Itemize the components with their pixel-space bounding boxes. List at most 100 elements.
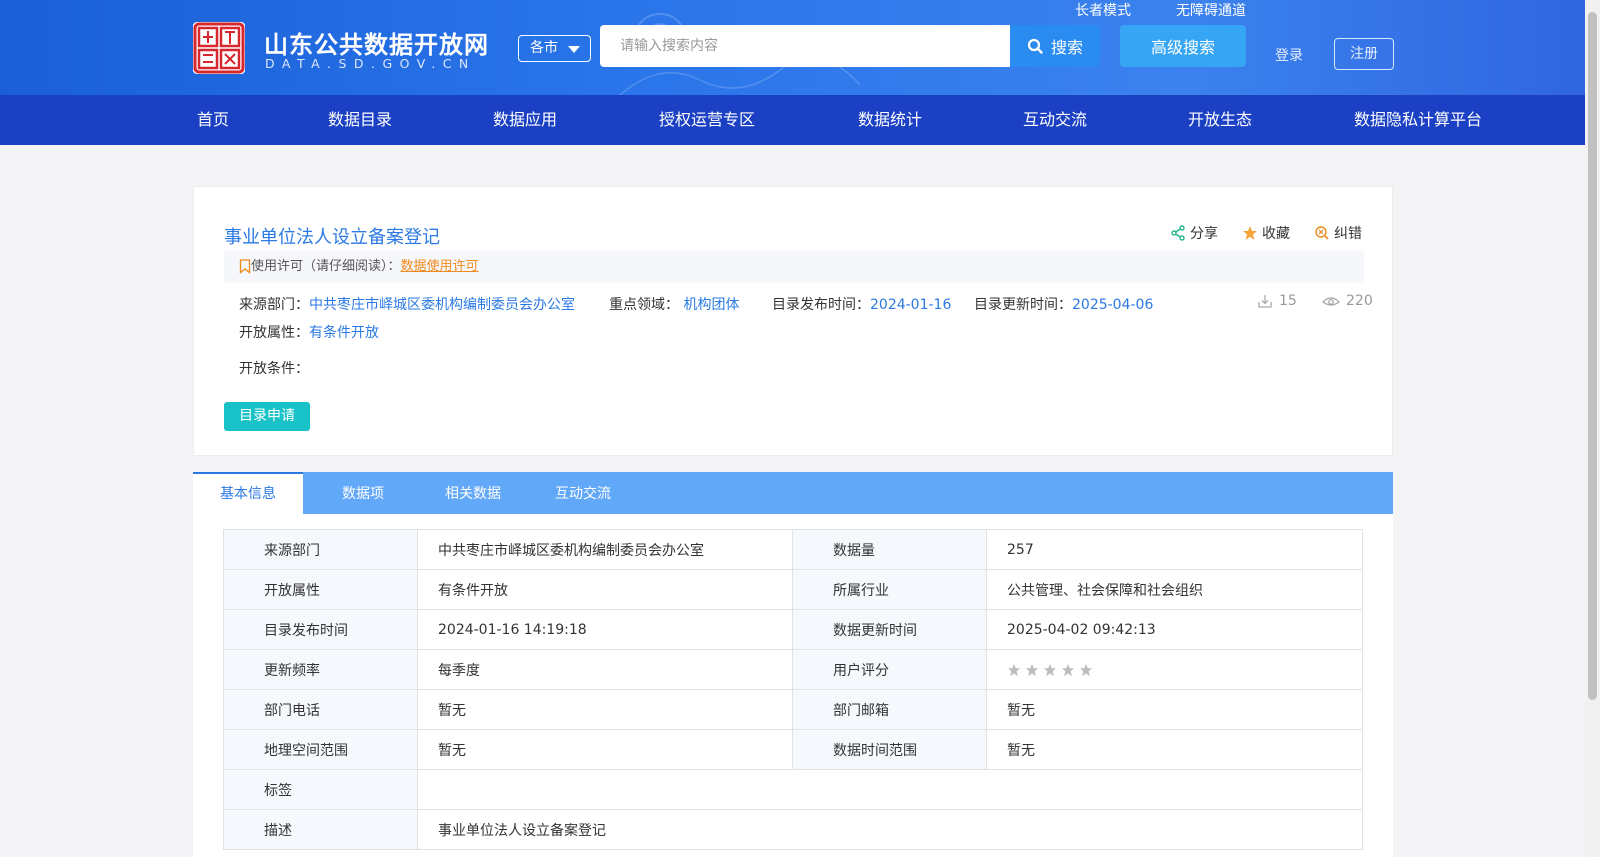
download-icon [1258,295,1272,308]
advanced-search-button[interactable]: 高级搜索 [1120,25,1246,67]
bookmark-icon [239,259,251,274]
nav-item-ecosystem[interactable]: 开放生态 [1188,95,1252,145]
dept-phone-key: 部门电话 [223,689,418,730]
table-row: 开放属性 有条件开放 所属行业 公共管理、社会保障和社会组织 [223,569,1363,610]
favorite-label: 收藏 [1262,226,1290,242]
search-icon [1027,38,1043,54]
city-select[interactable]: 各市 [518,35,591,62]
tab-interaction[interactable]: 互动交流 [533,472,633,514]
table-row: 描述 事业单位法人设立备案登记 [223,809,1363,850]
update-value: 2025-04-06 [1072,297,1154,313]
license-label: 使用许可（请仔细阅读）： [251,259,401,274]
table-row: 目录发布时间 2024-01-16 14:19:18 数据更新时间 2025-0… [223,609,1363,650]
data-update-value: 2025-04-02 09:42:13 [986,609,1363,650]
source-dept-key: 来源部门 [223,529,418,570]
view-count: 220 [1322,293,1373,309]
user-rating-value [986,649,1363,690]
industry-key: 所属行业 [792,569,987,610]
favorite-button[interactable]: 收藏 [1242,223,1290,243]
scrollbar-thumb[interactable] [1588,12,1597,700]
eye-icon [1322,297,1340,306]
data-count-key: 数据量 [792,529,987,570]
city-select-label: 各市 [530,40,558,56]
tab-basic-info[interactable]: 基本信息 [193,472,303,514]
report-error-icon [1315,226,1329,240]
rating-star-icon[interactable] [1025,663,1039,677]
search-input[interactable] [600,25,1011,67]
site-domain: DATA.SD.GOV.CN [265,56,476,71]
meta-domain: 重点领域： 机构团体 [609,294,739,314]
dept-phone-value: 暂无 [417,689,793,730]
caret-down-icon [568,46,580,53]
rating-stars[interactable] [1007,663,1362,677]
dept-email-key: 部门邮箱 [792,689,987,730]
logo-seal[interactable] [193,22,245,74]
star-icon [1243,226,1257,240]
domain-value[interactable]: 机构团体 [683,297,739,313]
meta-update-time: 目录更新时间：2025-04-06 [974,294,1153,314]
accessibility-link[interactable]: 无障碍通道 [1176,0,1246,20]
nav-item-authorized-ops[interactable]: 授权运营专区 [659,95,755,145]
open-condition-label: 开放条件： [239,361,309,377]
geo-range-value: 暂无 [417,729,793,770]
login-link[interactable]: 登录 [1275,45,1303,65]
open-attr-table-value: 有条件开放 [417,569,793,610]
dataset-actions: 分享 收藏 纠错 [1170,223,1362,243]
rating-star-icon[interactable] [1061,663,1075,677]
license-link[interactable]: 数据使用许可 [401,259,479,274]
nav-item-apps[interactable]: 数据应用 [493,95,557,145]
basic-info-panel: 来源部门 中共枣庄市峄城区委机构编制委员会办公室 数据量 257 开放属性 有条… [193,514,1393,857]
site-title[interactable]: 山东公共数据开放网 [264,25,489,60]
industry-value: 公共管理、社会保障和社会组织 [986,569,1363,610]
nav-item-catalog[interactable]: 数据目录 [328,95,392,145]
view-count-value: 220 [1346,293,1373,309]
meta-open-attr: 开放属性：有条件开放 [239,322,379,342]
tags-key: 标签 [223,769,418,810]
time-range-value: 暂无 [986,729,1363,770]
report-error-button[interactable]: 纠错 [1314,223,1362,243]
page-scrollbar[interactable] [1585,0,1600,857]
data-count-value: 257 [986,529,1363,570]
tags-value [417,769,1363,810]
register-button[interactable]: 注册 [1334,38,1394,70]
meta-open-condition: 开放条件： [239,358,309,378]
table-row: 来源部门 中共枣庄市峄城区委机构编制委员会办公室 数据量 257 [223,529,1363,570]
open-attr-key: 开放属性 [223,569,418,610]
nav-item-home[interactable]: 首页 [197,95,229,145]
nav-item-privacy-platform[interactable]: 数据隐私计算平台 [1354,95,1482,145]
table-row: 标签 [223,769,1363,810]
description-value: 事业单位法人设立备案登记 [417,809,1363,850]
share-icon [1171,225,1185,241]
nav-item-interaction[interactable]: 互动交流 [1023,95,1087,145]
search-button-label: 搜索 [1050,38,1083,57]
report-error-label: 纠错 [1334,226,1362,242]
dataset-info-card: 事业单位法人设立备案登记 分享 收藏 纠错 使用许可（请仔细阅读）：数据使用许可… [193,186,1393,456]
publish-label: 目录发布时间： [772,297,870,313]
domain-label: 重点领域： [609,297,679,313]
update-label: 目录更新时间： [974,297,1072,313]
table-row: 部门电话 暂无 部门邮箱 暂无 [223,689,1363,730]
rating-star-icon[interactable] [1079,663,1093,677]
detail-tabs: 基本信息 数据项 相关数据 互动交流 [193,472,1393,514]
source-dept-value: 中共枣庄市峄城区委机构编制委员会办公室 [417,529,793,570]
update-freq-key: 更新频率 [223,649,418,690]
download-count: 15 [1257,293,1297,309]
elder-mode-link[interactable]: 长者模式 [1075,0,1131,20]
description-key: 描述 [223,809,418,850]
update-freq-value: 每季度 [417,649,793,690]
nav-item-statistics[interactable]: 数据统计 [858,95,922,145]
rating-star-icon[interactable] [1043,663,1057,677]
rating-star-icon[interactable] [1007,663,1021,677]
table-row: 更新频率 每季度 用户评分 [223,649,1363,690]
catalog-apply-button[interactable]: 目录申请 [224,402,310,431]
geo-range-key: 地理空间范围 [223,729,418,770]
tab-related-data[interactable]: 相关数据 [423,472,523,514]
publish-time-key: 目录发布时间 [223,609,418,650]
publish-value: 2024-01-16 [870,297,952,313]
basic-info-table: 来源部门 中共枣庄市峄城区委机构编制委员会办公室 数据量 257 开放属性 有条… [223,529,1363,850]
meta-source: 来源部门：中共枣庄市峄城区委机构编制委员会办公室 [239,294,575,314]
tab-data-items[interactable]: 数据项 [313,472,413,514]
source-value[interactable]: 中共枣庄市峄城区委机构编制委员会办公室 [309,297,575,313]
search-button[interactable]: 搜索 [1010,25,1100,67]
share-button[interactable]: 分享 [1170,223,1218,243]
